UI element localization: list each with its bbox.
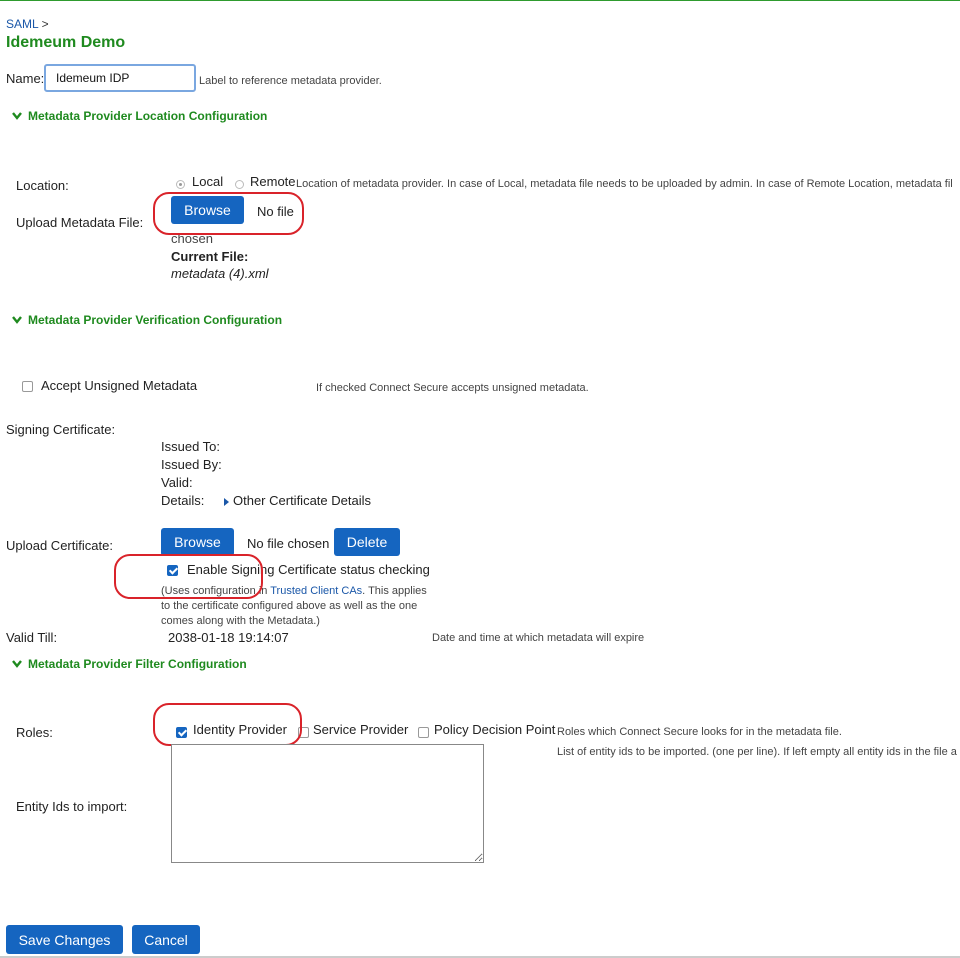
other-cert-details-label: Other Certificate Details — [233, 493, 371, 508]
current-file-label: Current File: — [171, 249, 249, 264]
breadcrumb: SAML > — [6, 17, 49, 31]
section-filter-title: Metadata Provider Filter Configuration — [28, 657, 247, 671]
valid-till-label: Valid Till: — [6, 630, 58, 645]
entity-ids-textarea[interactable] — [171, 744, 484, 863]
trusted-client-cas-link[interactable]: Trusted Client CAs — [270, 585, 362, 597]
signing-cert-label: Signing Certificate: — [6, 422, 116, 437]
other-cert-details-toggle[interactable]: Other Certificate Details — [224, 493, 371, 508]
cancel-button[interactable]: Cancel — [132, 925, 200, 954]
section-filter-header[interactable]: Metadata Provider Filter Configuration — [12, 657, 247, 671]
valid-till-hint: Date and time at which metadata will exp… — [432, 632, 645, 644]
status-check-note-line3: comes along with the Metadata.) — [161, 615, 320, 627]
roles-hint: Roles which Connect Secure looks for in … — [557, 726, 842, 738]
cert-file-status: No file chosen — [247, 536, 330, 551]
location-hint: Location of metadata provider. In case o… — [296, 178, 953, 190]
cert-browse-button[interactable]: Browse — [161, 528, 234, 556]
role-service-provider-label: Service Provider — [313, 722, 409, 737]
role-policy-decision-point-label: Policy Decision Point — [434, 722, 556, 737]
current-file-name: metadata (4).xml — [171, 266, 269, 281]
name-hint: Label to reference metadata provider. — [199, 75, 382, 87]
section-verification-header[interactable]: Metadata Provider Verification Configura… — [12, 313, 282, 327]
caret-right-icon — [224, 497, 229, 506]
section-verification-title: Metadata Provider Verification Configura… — [28, 313, 283, 327]
location-remote-label: Remote — [250, 174, 296, 189]
accept-unsigned-hint: If checked Connect Secure accepts unsign… — [316, 382, 589, 394]
accept-unsigned-checkbox[interactable] — [22, 381, 33, 392]
location-label: Location: — [16, 178, 69, 193]
name-input[interactable] — [44, 64, 196, 92]
breadcrumb-saml-link[interactable]: SAML — [6, 17, 38, 31]
accept-unsigned-label: Accept Unsigned Metadata — [41, 378, 198, 393]
cert-delete-button[interactable]: Delete — [334, 528, 400, 556]
status-check-note-line2: to the certificate configured above as w… — [161, 600, 418, 612]
entity-ids-hint: List of entity ids to be imported. (one … — [557, 746, 957, 758]
breadcrumb-separator: > — [41, 17, 49, 31]
highlight-ring-status-check — [114, 554, 263, 599]
issued-by-label: Issued By: — [161, 457, 222, 472]
status-check-note-post: . This applies — [362, 585, 427, 597]
valid-till-value: 2038-01-18 19:14:07 — [168, 630, 289, 645]
entity-ids-label: Entity Ids to import: — [16, 799, 128, 814]
highlight-ring-browse — [153, 192, 304, 235]
highlight-ring-identity-provider — [153, 703, 302, 746]
section-location-title: Metadata Provider Location Configuration — [28, 109, 268, 123]
roles-label: Roles: — [16, 725, 53, 740]
page-title: Idemeum Demo — [6, 34, 126, 51]
chevron-down-icon — [12, 657, 22, 671]
issued-to-label: Issued To: — [161, 439, 221, 454]
section-location-header[interactable]: Metadata Provider Location Configuration — [12, 109, 267, 123]
location-local-radio[interactable] — [176, 180, 185, 189]
name-label: Name: — [6, 71, 45, 86]
chevron-down-icon — [12, 313, 22, 327]
details-label: Details: — [161, 493, 205, 508]
save-changes-button[interactable]: Save Changes — [6, 925, 123, 954]
valid-label: Valid: — [161, 475, 193, 490]
role-policy-decision-point-checkbox[interactable] — [418, 727, 429, 738]
location-local-label: Local — [192, 174, 224, 189]
upload-cert-label: Upload Certificate: — [6, 538, 113, 553]
location-remote-radio[interactable] — [235, 180, 244, 189]
chevron-down-icon — [12, 109, 22, 123]
upload-metadata-label: Upload Metadata File: — [16, 215, 144, 230]
